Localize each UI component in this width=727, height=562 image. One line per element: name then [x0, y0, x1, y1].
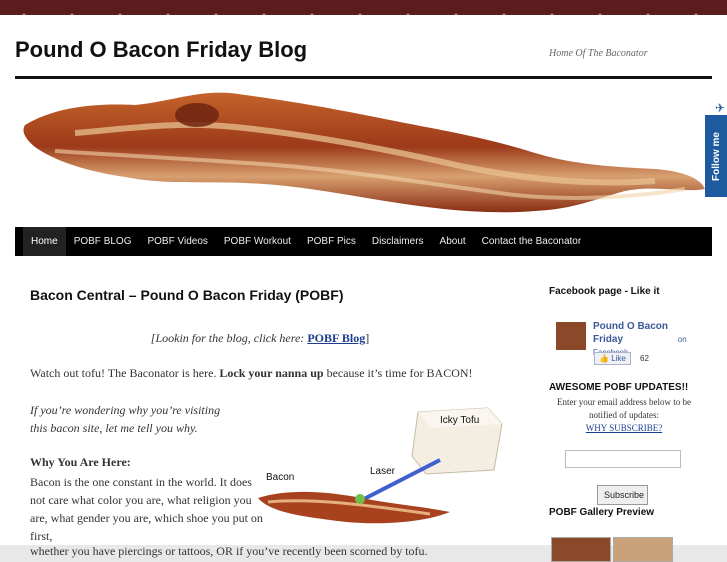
site-description: Home Of The Baconator — [549, 48, 648, 59]
italic-intro-paragraph: If you’re wondering why you’re visiting … — [30, 403, 221, 435]
facebook-like-count: 62 — [640, 354, 649, 363]
laser-label: Laser — [370, 466, 396, 477]
nav-item-contact[interactable]: Contact the Baconator — [474, 227, 590, 256]
gallery-heading: POBF Gallery Preview — [549, 507, 655, 518]
tofu-line: whether you have piercings or tattoos, O… — [30, 544, 428, 558]
updates-heading: AWESOME POBF UPDATES!! — [549, 382, 689, 393]
nav-item-home[interactable]: Home — [23, 227, 66, 256]
page-container: Pound O Bacon Friday Blog Home Of The Ba… — [0, 15, 727, 562]
subscribe-button[interactable]: Subscribe — [597, 485, 648, 505]
site-title[interactable]: Pound O Bacon Friday Blog — [15, 37, 307, 63]
facebook-page-name[interactable]: Pound O Bacon Friday — [593, 320, 675, 346]
nav-item-pobf-pics[interactable]: POBF Pics — [299, 227, 364, 256]
intro-paragraph: Watch out tofu! The Baconator is here. L… — [30, 366, 510, 381]
facebook-like-button[interactable]: 👍 Like — [594, 352, 631, 365]
icky-tofu-label: Icky Tofu — [440, 415, 479, 426]
main-navigation: Home POBF BLOG POBF Videos POBF Workout … — [15, 227, 712, 256]
gallery-thumbnail[interactable] — [613, 537, 673, 562]
follow-me-tab[interactable]: Follow me — [705, 115, 727, 197]
pobf-blog-link[interactable]: POBF Blog — [307, 331, 365, 345]
nav-item-disclaimers[interactable]: Disclaimers — [364, 227, 432, 256]
bacon-laser-tofu-illustration: Icky Tofu Laser Bacon — [258, 407, 503, 524]
nav-item-about[interactable]: About — [432, 227, 474, 256]
intro-text-1: Watch out tofu! The Baconator is here. — [30, 366, 220, 380]
why-body-paragraph: Bacon is the one constant in the world. … — [30, 475, 263, 543]
header-divider — [15, 76, 712, 79]
bacon-banner-image — [15, 81, 712, 227]
nav-item-pobf-videos[interactable]: POBF Videos — [139, 227, 215, 256]
intro-bold-text: Lock your nanna up — [219, 366, 324, 380]
updates-description: Enter your email address below to be not… — [557, 397, 691, 420]
nav-item-pobf-blog[interactable]: POBF BLOG — [66, 227, 140, 256]
post-title[interactable]: Bacon Central – Pound O Bacon Friday (PO… — [30, 287, 343, 303]
facebook-like-box: Pound O Bacon Friday on Facebook 👍 Like … — [556, 320, 716, 370]
facebook-page-thumbnail[interactable] — [556, 322, 586, 350]
blog-line-prefix: [Lookin for the blog, click here: — [150, 331, 308, 345]
why-heading: Why You Are Here: — [30, 455, 131, 469]
like-label: Like — [611, 354, 626, 363]
follow-me-label: Follow me — [710, 131, 722, 181]
intro-text-2: because it’s time for BACON! — [323, 366, 473, 380]
bird-icon: ✈ — [714, 101, 725, 115]
gallery-thumbnail[interactable] — [551, 537, 611, 562]
blog-link-line: [Lookin for the blog, click here: POBF B… — [30, 331, 490, 346]
facebook-heading: Facebook page - Like it — [549, 286, 660, 297]
blog-line-suffix: ] — [365, 331, 370, 345]
why-subscribe-link[interactable]: WHY SUBSCRIBE? — [549, 423, 699, 433]
bacon-label: Bacon — [266, 472, 294, 483]
top-decorative-bar — [0, 0, 727, 15]
nav-item-pobf-workout[interactable]: POBF Workout — [216, 227, 299, 256]
email-subscribe-input[interactable] — [565, 450, 681, 468]
